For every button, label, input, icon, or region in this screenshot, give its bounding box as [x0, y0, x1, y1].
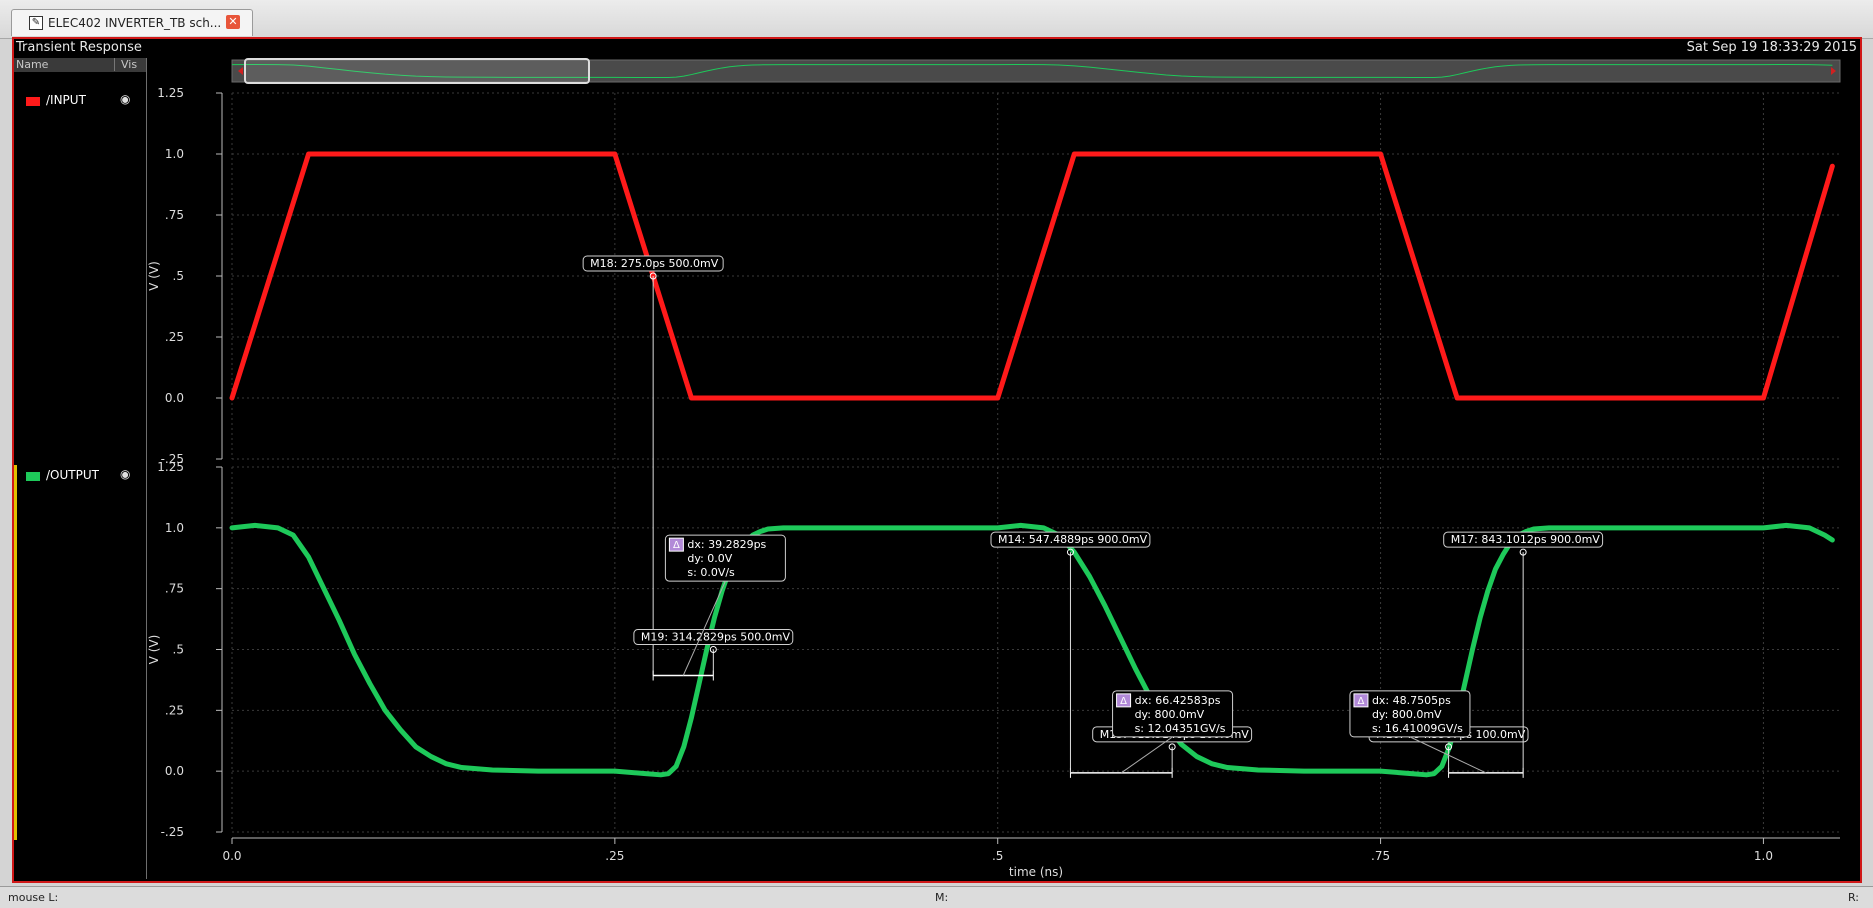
x-tick-label: 0.0 — [222, 849, 241, 863]
y-tick-label: 1.0 — [165, 147, 184, 161]
y-tick-label: .75 — [165, 582, 184, 596]
status-mouse-left: mouse L: — [8, 891, 59, 904]
y-tick-label: 0.0 — [165, 764, 184, 778]
y-tick-label: -.25 — [161, 825, 184, 839]
marker-label: M17: 843.1012ps 900.0mV — [1451, 533, 1601, 546]
x-tick-label: .5 — [992, 849, 1003, 863]
y-tick-label: 1.25 — [157, 86, 184, 100]
x-axis-label: time (ns) — [1009, 865, 1063, 879]
delta-icon-glyph: Δ — [1120, 696, 1127, 707]
delta-icon-glyph: Δ — [673, 540, 680, 551]
series-line-output — [229, 522, 1835, 778]
status-bar: mouse L: M: R: — [0, 886, 1873, 908]
delta-slope: s: 12.04351GV/s — [1135, 722, 1226, 735]
delta-dx: dx: 39.2829ps — [687, 538, 766, 551]
y-tick-label: .25 — [165, 330, 184, 344]
y-axis-label: V (V) — [147, 261, 161, 291]
delta-dy: dy: 800.0mV — [1135, 708, 1205, 721]
status-mouse-right: R: — [1848, 891, 1860, 904]
x-tick-label: .75 — [1371, 849, 1390, 863]
marker-label: M18: 275.0ps 500.0mV — [590, 257, 719, 270]
zoom-window-handle — [244, 58, 590, 84]
delta-dx: dx: 66.42583ps — [1135, 694, 1221, 707]
marker-label: M19: 314.2829ps 500.0mV — [641, 631, 791, 644]
delta-dy: dy: 0.0V — [687, 552, 732, 565]
delta-slope: s: 16.41009GV/s — [1372, 722, 1463, 735]
plot-area[interactable]: 0.0 .25 .5 .75 1.0 time (ns) 1.25 1.0 .75 .5 .25 0.… — [0, 0, 1873, 907]
marker-label: M14: 547.4889ps 900.0mV — [998, 533, 1148, 546]
status-mouse-middle: M: — [935, 891, 949, 904]
y-axis-label: V (V) — [147, 635, 161, 665]
delta-slope: s: 0.0V/s — [687, 566, 735, 579]
delta-icon-glyph: Δ — [1358, 696, 1365, 707]
y-tick-label: .75 — [165, 208, 184, 222]
y-tick-label: 1.25 — [157, 460, 184, 474]
y-tick-label: 1.0 — [165, 521, 184, 535]
delta-dy: dy: 800.0mV — [1372, 708, 1442, 721]
x-tick-label: 1.0 — [1754, 849, 1773, 863]
y-tick-label: .25 — [165, 703, 184, 717]
y-tick-label: .5 — [173, 269, 184, 283]
x-tick-label: .25 — [605, 849, 624, 863]
y-tick-label: 0.0 — [165, 391, 184, 405]
y-tick-label: .5 — [173, 643, 184, 657]
delta-dx: dx: 48.7505ps — [1372, 694, 1451, 707]
